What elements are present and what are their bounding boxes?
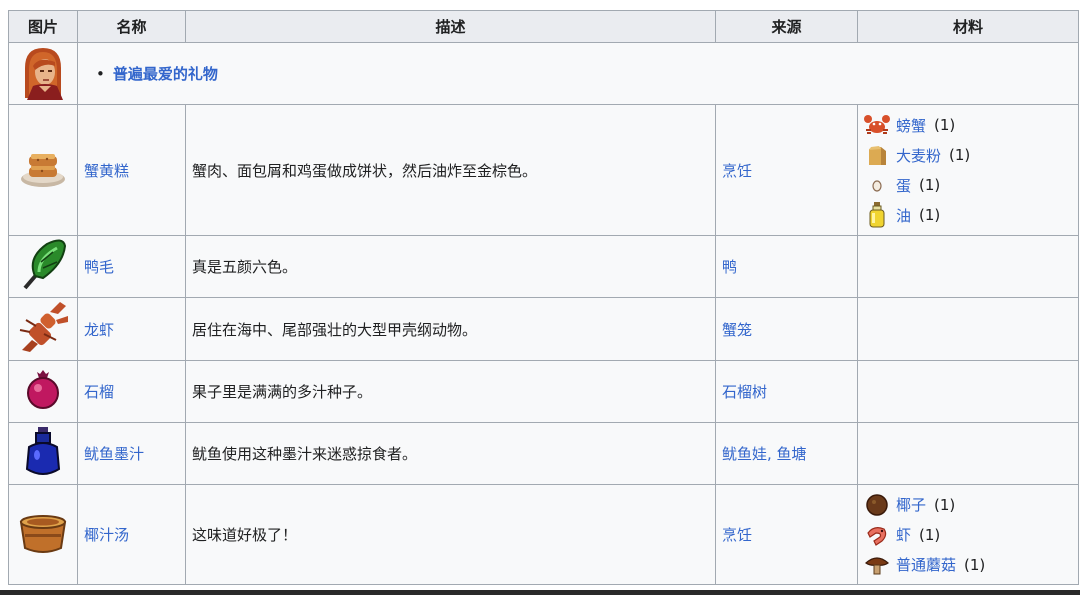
materials-cell [857, 360, 1079, 423]
material-item: 螃蟹 (1) [864, 110, 1072, 140]
favorite-list-item: • 普遍最爱的礼物 [84, 63, 1072, 84]
item-name-cell: 鸭毛 [77, 235, 186, 298]
materials-cell [857, 297, 1079, 361]
material-qty: (1) [964, 555, 986, 574]
item-source-cell: 烹饪 [715, 484, 858, 585]
mushroom-icon [865, 556, 889, 574]
header-row: 图片 名称 描述 来源 材料 [8, 10, 1079, 43]
material-item: 普通蘑菇 (1) [864, 550, 1072, 580]
crab-icon [864, 115, 890, 134]
item-name-link[interactable]: 蟹黄糕 [84, 162, 129, 180]
item-source-cell: 烹饪 [715, 104, 858, 236]
materials-cell [857, 235, 1079, 298]
item-name-cell: 鱿鱼墨汁 [77, 422, 186, 485]
header-description: 描述 [185, 10, 716, 43]
lobster-icon [19, 302, 68, 352]
item-image-cell [8, 484, 78, 585]
item-name-link[interactable]: 石榴 [84, 383, 114, 401]
coconut-soup-icon [19, 514, 67, 553]
universal-love-link[interactable]: 普遍最爱的礼物 [113, 63, 218, 84]
item-description: 果子里是满满的多汁种子。 [185, 360, 716, 423]
material-item: 大麦粉 (1) [864, 140, 1072, 170]
item-image-cell [8, 104, 78, 236]
duck-feather-icon [23, 239, 67, 289]
item-description: 鱿鱼使用这种墨汁来迷惑掠食者。 [185, 422, 716, 485]
source-link-crab-pot[interactable]: 蟹笼 [722, 321, 752, 339]
item-image-cell [8, 297, 78, 361]
egg-icon [872, 180, 882, 192]
material-link-common-mushroom[interactable]: 普通蘑菇 [896, 554, 956, 575]
material-item: 油 (1) [864, 200, 1072, 230]
header-name: 名称 [77, 10, 186, 43]
item-source-cell: 鱿鱼娃, 鱼塘 [715, 422, 858, 485]
item-description: 居住在海中、尾部强壮的大型甲壳纲动物。 [185, 297, 716, 361]
material-link-oil[interactable]: 油 [896, 205, 911, 226]
item-image-cell [8, 422, 78, 485]
bullet-icon: • [96, 64, 105, 83]
materials-cell: 螃蟹 (1) 大麦粉 (1) 蛋 (1) 油 (1) [857, 104, 1079, 236]
shrimp-icon [867, 526, 887, 546]
portrait-cell [8, 42, 78, 105]
source-link-squid-kid-fish-pond[interactable]: 鱿鱼娃, 鱼塘 [722, 445, 807, 463]
character-row: • 普遍最爱的礼物 [8, 42, 1079, 105]
material-link-shrimp[interactable]: 虾 [896, 524, 911, 545]
item-description: 蟹肉、面包屑和鸡蛋做成饼状，然后油炸至金棕色。 [185, 104, 716, 236]
material-link-coconut[interactable]: 椰子 [896, 494, 926, 515]
coconut-icon [866, 493, 888, 516]
item-name-cell: 蟹黄糕 [77, 104, 186, 236]
material-qty: (1) [919, 176, 941, 194]
crab-cakes-icon [21, 154, 65, 187]
table-row: 龙虾 居住在海中、尾部强壮的大型甲壳纲动物。 蟹笼 [8, 297, 1079, 361]
source-link-pomegranate-tree[interactable]: 石榴树 [722, 383, 767, 401]
material-qty: (1) [919, 525, 941, 544]
table-row: 蟹黄糕 蟹肉、面包屑和鸡蛋做成饼状，然后油炸至金棕色。 烹饪 螃蟹 (1) 大麦… [8, 104, 1079, 236]
material-item: 虾 (1) [864, 520, 1072, 550]
oil-icon [869, 202, 885, 228]
source-link-cooking[interactable]: 烹饪 [722, 162, 752, 180]
header-image: 图片 [8, 10, 78, 43]
material-link-egg[interactable]: 蛋 [896, 175, 911, 196]
item-image-cell [8, 235, 78, 298]
item-source-cell: 鸭 [715, 235, 858, 298]
material-item: 蛋 (1) [864, 170, 1072, 200]
material-qty: (1) [919, 206, 941, 224]
materials-cell: 椰子 (1) 虾 (1) 普通蘑菇 (1) [857, 484, 1079, 585]
pomegranate-icon [27, 369, 59, 409]
item-name-cell: 龙虾 [77, 297, 186, 361]
item-description: 真是五颜六色。 [185, 235, 716, 298]
material-qty: (1) [934, 116, 956, 134]
item-description: 这味道好极了！ [185, 484, 716, 585]
material-qty: (1) [949, 146, 971, 164]
material-item: 椰子 (1) [864, 490, 1072, 520]
table-row: 椰汁汤 这味道好极了！ 烹饪 椰子 (1) 虾 (1) 普通蘑菇 (1) [8, 484, 1079, 585]
item-name-link[interactable]: 椰汁汤 [84, 526, 129, 544]
header-materials: 材料 [857, 10, 1079, 43]
squid-ink-icon [25, 426, 61, 475]
source-link-duck[interactable]: 鸭 [722, 258, 737, 276]
source-link-cooking[interactable]: 烹饪 [722, 526, 752, 544]
favorite-cell: • 普遍最爱的礼物 [77, 42, 1079, 105]
item-name-link[interactable]: 鸭毛 [84, 258, 114, 276]
wheat-flour-icon [869, 146, 886, 165]
material-link-flour[interactable]: 大麦粉 [896, 145, 941, 166]
material-link-crab[interactable]: 螃蟹 [896, 115, 926, 136]
window-bottom-edge [0, 590, 1080, 595]
item-name-cell: 石榴 [77, 360, 186, 423]
item-image-cell [8, 360, 78, 423]
item-name-link[interactable]: 龙虾 [84, 321, 114, 339]
table-row: 鸭毛 真是五颜六色。 鸭 [8, 235, 1079, 298]
table-row: 鱿鱼墨汁 鱿鱼使用这种墨汁来迷惑掠食者。 鱿鱼娃, 鱼塘 [8, 422, 1079, 485]
materials-cell [857, 422, 1079, 485]
item-name-link[interactable]: 鱿鱼墨汁 [84, 445, 144, 463]
item-name-cell: 椰汁汤 [77, 484, 186, 585]
item-source-cell: 蟹笼 [715, 297, 858, 361]
red-haired-villager-portrait-icon [15, 43, 71, 100]
gift-table: 图片 名称 描述 来源 材料 • 普遍最爱的礼物 蟹黄糕 蟹肉、面包屑和鸡蛋做成… [8, 10, 1079, 585]
header-source: 来源 [715, 10, 858, 43]
table-row: 石榴 果子里是满满的多汁种子。 石榴树 [8, 360, 1079, 423]
material-qty: (1) [934, 495, 956, 514]
item-source-cell: 石榴树 [715, 360, 858, 423]
